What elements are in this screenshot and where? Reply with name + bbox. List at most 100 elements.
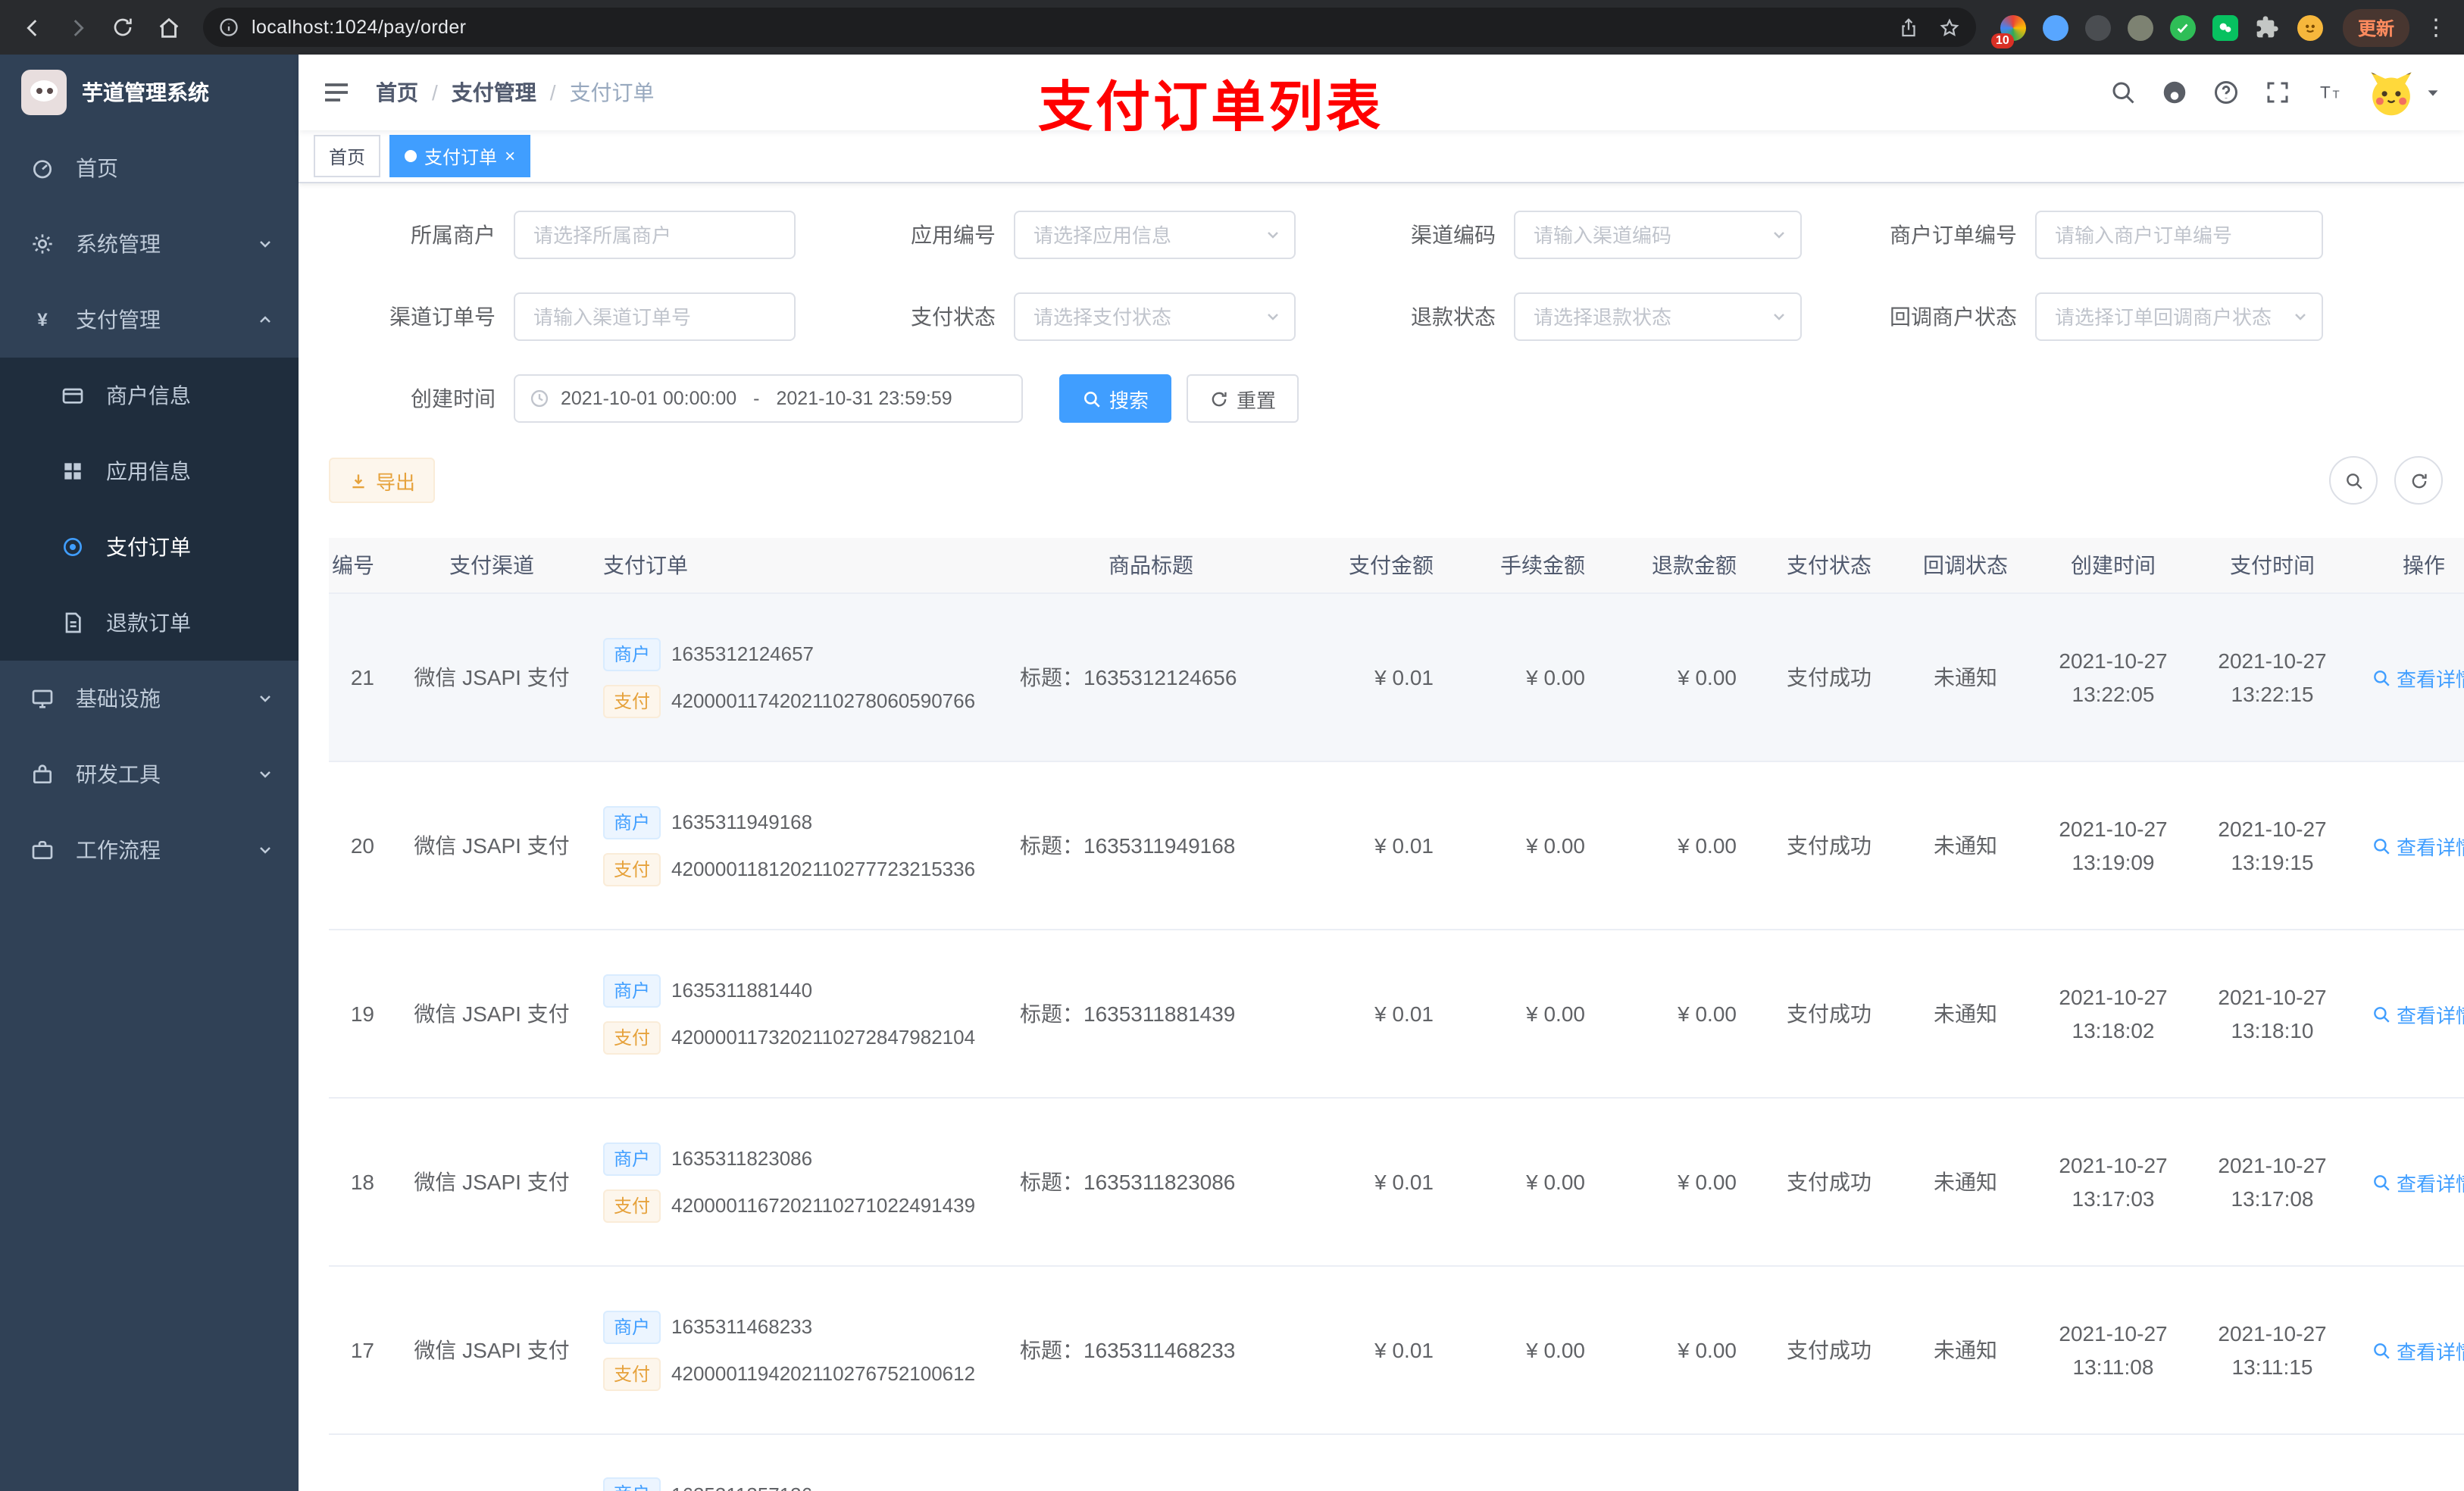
filter-label: 创建时间	[411, 386, 496, 411]
table-row-partial[interactable]: 商户 1635311357136	[329, 1434, 2464, 1491]
sidebar-item-home[interactable]: 首页	[0, 130, 299, 206]
cell-status: 支付成功	[1761, 1266, 1897, 1435]
cell-amount: ¥ 0.01	[1306, 761, 1458, 930]
filter-label: 渠道编码	[1411, 223, 1496, 247]
refresh-table-button[interactable]	[2394, 456, 2443, 505]
view-detail-link[interactable]: 查看详情	[2372, 663, 2464, 692]
table-row[interactable]: 20 微信 JSAPI 支付 商户 1635311949168 支付 4200001…	[329, 761, 2464, 930]
export-button[interactable]: 导出	[329, 458, 436, 503]
table-row[interactable]: 17 微信 JSAPI 支付 商户 1635311468233 支付 4200001…	[329, 1266, 2464, 1435]
table-row[interactable]: 21 微信 JSAPI 支付 商户 1635312124657 支付 4200001…	[329, 593, 2464, 762]
github-icon[interactable]	[2161, 79, 2188, 106]
table-row[interactable]: 18 微信 JSAPI 支付 商户 1635311823086 支付 4200001…	[329, 1098, 2464, 1267]
view-detail-link[interactable]: 查看详情	[2372, 831, 2464, 860]
page-content: 所属商户 应用编号 渠道编码 商户订单编号	[299, 183, 2464, 1491]
url-text[interactable]: localhost:1024/pay/order	[252, 17, 1897, 38]
pay-tag: 支付	[603, 684, 661, 717]
search-icon[interactable]	[2109, 79, 2137, 106]
view-detail-link[interactable]: 查看详情	[2372, 1336, 2464, 1364]
extension-blue-icon[interactable]	[2040, 12, 2070, 42]
date-range-picker[interactable]: 2021-10-01 00:00:00 - 2021-10-31 23:59:5…	[514, 374, 1023, 423]
toggle-search-button[interactable]	[2329, 456, 2378, 505]
sidebar-item-app-info[interactable]: 应用信息	[0, 433, 299, 509]
cell-title: 标题：1635311949168	[996, 761, 1306, 930]
user-avatar-wrap[interactable]	[2367, 68, 2441, 117]
share-icon[interactable]	[1897, 16, 1920, 39]
breadcrumb-home[interactable]: 首页	[376, 77, 418, 108]
sidebar-item-payment[interactable]: ¥ 支付管理	[0, 282, 299, 358]
sidebar-item-infrastructure[interactable]: 基础设施	[0, 661, 299, 736]
breadcrumb-payment[interactable]: 支付管理	[452, 77, 536, 108]
reload-icon	[114, 18, 132, 36]
app-select-input[interactable]	[1014, 211, 1296, 259]
search-button[interactable]: 搜索	[1059, 374, 1172, 423]
sidebar-item-refund-order[interactable]: 退款订单	[0, 585, 299, 661]
url-bar[interactable]: localhost:1024/pay/order	[203, 8, 1976, 47]
fullscreen-icon[interactable]	[2264, 79, 2291, 106]
tab-close-icon[interactable]: ×	[505, 147, 515, 165]
sidebar-item-merchant-info[interactable]: 商户信息	[0, 358, 299, 433]
cell-id: 19	[329, 930, 405, 1099]
site-info-icon[interactable]	[218, 17, 239, 38]
filter-label: 支付状态	[911, 305, 996, 329]
channel-order-no-input[interactable]	[514, 292, 796, 341]
extension-colorful-icon[interactable]: 10	[1991, 12, 2028, 48]
col-channel: 支付渠道	[405, 538, 579, 594]
chevron-down-icon	[260, 241, 270, 248]
sidebar-item-workflow[interactable]: 工作流程	[0, 812, 299, 888]
browser-update-button[interactable]: 更新	[2343, 8, 2410, 46]
refund-status-select[interactable]	[1514, 292, 1802, 341]
tab-pay-order[interactable]: 支付订单 ×	[389, 135, 531, 177]
browser-home-button[interactable]	[149, 8, 188, 47]
app-logo-row[interactable]: 芋道管理系统	[0, 55, 299, 130]
notify-status-select[interactable]	[2035, 292, 2323, 341]
cell-pay-order: 商户 1635311881440 支付 4200001173202110272847…	[603, 974, 996, 1054]
sidebar-item-pay-order[interactable]: 支付订单	[0, 509, 299, 585]
sidebar-item-label: 支付管理	[76, 308, 161, 332]
cell-title: 标题：1635311823086	[996, 1098, 1306, 1267]
merchant-order-no-input[interactable]	[2035, 211, 2323, 259]
view-detail-link[interactable]: 查看详情	[2372, 999, 2464, 1028]
browser-menu-icon[interactable]: ⋮	[2425, 14, 2447, 41]
view-detail-link[interactable]: 查看详情	[2372, 1167, 2464, 1196]
cell-channel: 微信 JSAPI 支付	[405, 930, 579, 1099]
merchant-select-input[interactable]	[514, 211, 796, 259]
extensions-row: 10	[1991, 12, 2325, 48]
browser-back-button[interactable]	[12, 8, 52, 47]
font-size-icon[interactable]: TT	[2315, 79, 2343, 106]
help-icon[interactable]	[2212, 79, 2240, 106]
table-row[interactable]: 19 微信 JSAPI 支付 商户 1635311881440 支付 4200001…	[329, 930, 2464, 1099]
browser-forward-button[interactable]	[58, 8, 97, 47]
extensions-puzzle-icon[interactable]	[2252, 12, 2282, 42]
reset-button[interactable]: 重置	[1187, 374, 1299, 423]
active-dot	[405, 150, 417, 162]
hamburger-icon[interactable]	[321, 77, 352, 108]
avatar[interactable]	[2367, 68, 2416, 117]
cell-notify: 未通知	[1897, 593, 2034, 762]
cell-pay-time: 2021-10-27 13:19:15	[2193, 761, 2352, 930]
extension-wechat-icon[interactable]	[2209, 12, 2240, 42]
extension-dark-icon[interactable]	[2082, 12, 2112, 42]
payment-submenu: 商户信息 应用信息 支付订单 退款订单	[0, 358, 299, 661]
date-start[interactable]: 2021-10-01 00:00:00	[561, 388, 736, 409]
chevron-up-icon	[260, 316, 270, 323]
channel-code-input[interactable]	[1514, 211, 1802, 259]
profile-avatar-icon[interactable]	[2294, 12, 2325, 42]
topbar-icons: TT	[2109, 68, 2441, 117]
cell-channel: 微信 JSAPI 支付	[405, 1266, 579, 1435]
pay-tag: 支付	[603, 1021, 661, 1054]
sidebar-item-dev-tools[interactable]: 研发工具	[0, 736, 299, 812]
sidebar-item-system[interactable]: 系统管理	[0, 206, 299, 282]
date-end[interactable]: 2021-10-31 23:59:59	[777, 388, 952, 409]
extension-gray-icon[interactable]	[2125, 12, 2155, 42]
browser-reload-button[interactable]	[103, 8, 142, 47]
extension-green-check-icon[interactable]	[2167, 12, 2197, 42]
sidebar-item-label: 支付订单	[106, 535, 191, 559]
tab-home[interactable]: 首页	[314, 135, 381, 177]
cell-pay-order: 商户 1635312124657 支付 4200001174202110278060…	[603, 637, 996, 717]
forward-arrow-icon	[73, 19, 83, 36]
bookmark-star-icon[interactable]	[1938, 16, 1961, 39]
chevron-down-icon	[260, 771, 270, 778]
pay-status-select[interactable]	[1014, 292, 1296, 341]
merchant-order-no: 1635311357136	[671, 1483, 812, 1491]
